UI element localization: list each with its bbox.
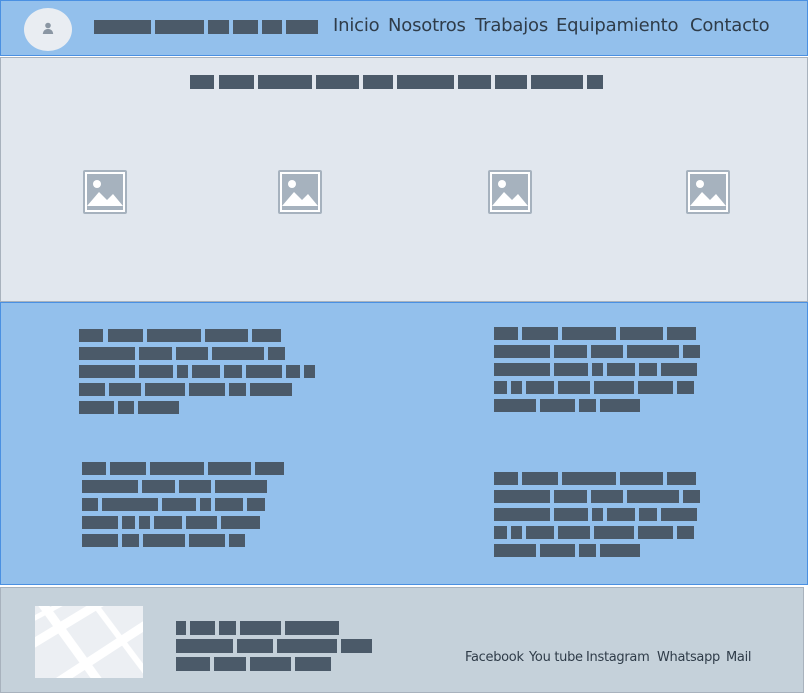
image-icon bbox=[488, 170, 532, 214]
nav-link-equipamiento[interactable]: Equipamiento bbox=[556, 14, 679, 38]
user-icon bbox=[41, 20, 55, 39]
image-icon bbox=[83, 170, 127, 214]
image-icon bbox=[278, 170, 322, 214]
nav-link-trabajos[interactable]: Trabajos bbox=[475, 14, 548, 38]
image-icon bbox=[686, 170, 730, 214]
avatar[interactable] bbox=[24, 8, 72, 51]
map-placeholder[interactable] bbox=[35, 606, 143, 678]
nav-link-inicio[interactable]: Inicio bbox=[333, 14, 380, 38]
nav-link-nosotros[interactable]: Nosotros bbox=[388, 14, 466, 38]
nav-link-contacto[interactable]: Contacto bbox=[690, 14, 770, 38]
footer-link-mail[interactable]: Mail bbox=[726, 649, 752, 667]
footer-link-instagram[interactable]: Instagram bbox=[586, 649, 650, 667]
footer-link-youtube[interactable]: You tube bbox=[529, 649, 583, 667]
footer-link-whatsapp[interactable]: Whatsapp bbox=[657, 649, 720, 667]
footer-link-facebook[interactable]: Facebook bbox=[465, 649, 524, 667]
